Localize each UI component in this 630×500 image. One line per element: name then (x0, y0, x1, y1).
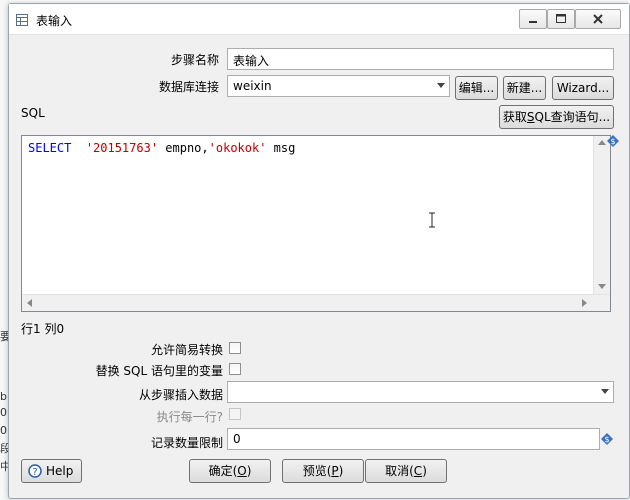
sql-literal: '20151763' (85, 141, 159, 155)
replace-variables-label: 替换 SQL 语句里的变量 (95, 364, 223, 378)
new-connection-button[interactable]: 新建... (503, 76, 546, 100)
sql-literal: 'okokok' (208, 141, 267, 155)
table-input-dialog: 表输入 步骤名称 表输入 数据库连接 weixin 编辑... 新建... Wi… (8, 3, 630, 499)
scroll-left-icon (27, 299, 32, 307)
get-sql-button-prefix: 获取 (502, 110, 527, 124)
scroll-down-icon (598, 284, 606, 289)
table-input-icon (16, 14, 28, 26)
minimize-icon (529, 21, 537, 23)
scroll-right-icon (582, 299, 587, 307)
background-text-fragment: 0 (0, 424, 7, 437)
preview-label-suffix: ) (338, 464, 344, 478)
execute-each-row-checkbox[interactable] (229, 408, 241, 420)
chevron-down-icon (437, 83, 445, 88)
preview-label-prefix: 预览( (302, 464, 332, 478)
lazy-conversion-checkbox[interactable] (229, 342, 241, 354)
db-connection-select[interactable]: weixin (227, 75, 450, 97)
sql-text-segment: empno, (158, 141, 209, 155)
svg-text:$: $ (610, 137, 615, 146)
title-bar[interactable]: 表输入 (9, 4, 629, 35)
wizard-button[interactable]: Wizard... (552, 76, 614, 100)
window-title: 表输入 (36, 14, 73, 28)
ok-label-prefix: 确定( (208, 464, 238, 478)
limit-input[interactable]: 0 (227, 428, 600, 450)
sql-text-segment: msg (266, 141, 296, 155)
cancel-label-mnemonic: C (413, 464, 423, 478)
preview-button[interactable]: 预览(P) (282, 459, 364, 483)
get-sql-button[interactable]: 获取SQL查询语句... (499, 105, 614, 129)
chevron-down-icon (601, 389, 609, 394)
cursor-position: 行1 列0 (21, 322, 65, 336)
lazy-conversion-label: 允许简易转换 (150, 343, 223, 357)
text-cursor-icon (429, 212, 435, 228)
get-sql-button-suffix: QL查询语句... (534, 110, 611, 124)
close-button[interactable] (575, 9, 621, 29)
execute-each-row-label: 执行每一行? (156, 410, 223, 424)
close-icon (593, 14, 603, 24)
step-name-label: 步骤名称 (170, 53, 219, 67)
background-text-fragment: b (0, 390, 7, 403)
replace-variables-checkbox[interactable] (229, 363, 241, 375)
horizontal-scrollbar[interactable] (22, 294, 610, 311)
limit-label: 记录数量限制 (150, 436, 223, 450)
background-text-fragment: 0 (0, 406, 7, 419)
insert-from-step-select[interactable] (227, 381, 614, 403)
get-sql-button-mnemonic: S (526, 110, 535, 124)
sql-text[interactable]: SELECT '20151763' empno,'okokok' msg (28, 141, 295, 155)
sql-editor[interactable]: SELECT '20151763' empno,'okokok' msg (21, 135, 611, 312)
edit-connection-button[interactable]: 编辑... (455, 76, 498, 100)
cancel-label-prefix: 取消( (385, 464, 414, 478)
vertical-scrollbar[interactable] (593, 136, 610, 296)
preview-label-mnemonic: P (331, 464, 339, 478)
ok-label-suffix: ) (246, 464, 252, 478)
minimize-button[interactable] (519, 9, 547, 29)
svg-text:$: $ (604, 435, 609, 444)
ok-label-mnemonic: O (237, 464, 247, 478)
step-name-input[interactable]: 表输入 (227, 48, 614, 70)
help-label: Help (46, 464, 74, 478)
ok-button[interactable]: 确定(O) (189, 459, 271, 483)
cancel-button[interactable]: 取消(C) (365, 459, 447, 483)
scrollbar-corner (594, 295, 610, 311)
help-icon: ? (28, 464, 42, 478)
variable-icon: $ (601, 433, 613, 445)
variable-icon: $ (607, 135, 619, 147)
insert-from-step-label: 从步骤插入数据 (138, 388, 223, 402)
db-connection-value: weixin (233, 79, 272, 93)
maximize-icon (556, 14, 566, 23)
sql-keyword: SELECT (28, 141, 72, 155)
svg-text:?: ? (32, 467, 37, 478)
scroll-up-icon (598, 140, 606, 145)
help-button[interactable]: ? Help (21, 459, 82, 483)
db-connection-label: 数据库连接 (158, 80, 219, 94)
cancel-label-suffix: ) (422, 464, 427, 478)
maximize-button[interactable] (547, 9, 575, 29)
sql-label: SQL (21, 106, 45, 120)
